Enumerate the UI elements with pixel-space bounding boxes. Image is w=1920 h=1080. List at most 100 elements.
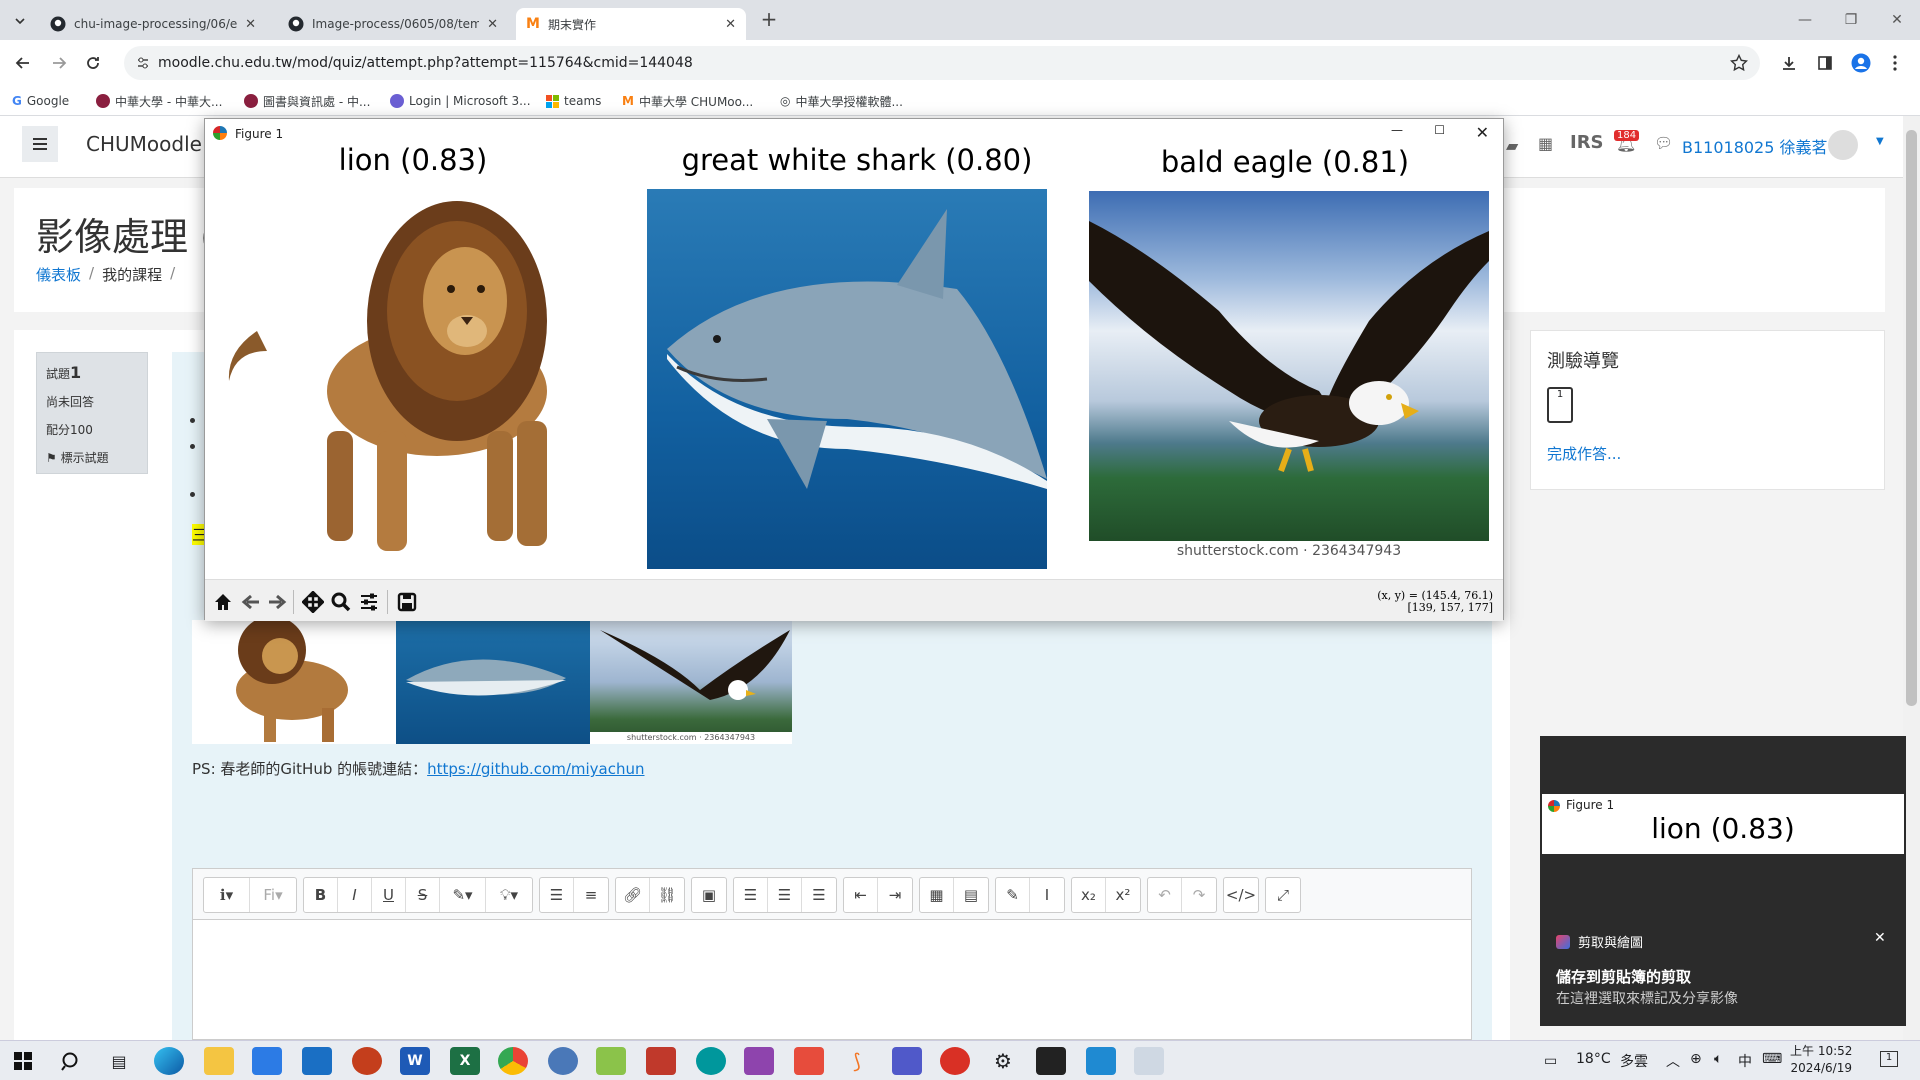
- close-icon[interactable]: ✕: [245, 17, 256, 32]
- bookmark-microsoft[interactable]: Login | Microsoft 3...: [390, 92, 531, 110]
- window-close-button[interactable]: ✕: [1874, 8, 1920, 32]
- scrollbar-thumb[interactable]: [1906, 130, 1917, 706]
- caret-down-icon[interactable]: ▼: [1876, 136, 1884, 147]
- save-icon[interactable]: [395, 590, 419, 614]
- tray-temperature[interactable]: 18°C: [1576, 1051, 1611, 1067]
- avatar[interactable]: [1828, 130, 1858, 160]
- message-icon[interactable]: 💬︎: [1654, 134, 1673, 152]
- powerpoint-icon[interactable]: [352, 1047, 382, 1075]
- undo-button[interactable]: ↶: [1148, 878, 1182, 912]
- bookmark-library[interactable]: 圖書與資訊處 - 中...: [244, 92, 370, 110]
- mail-icon[interactable]: [302, 1047, 332, 1075]
- italic-button[interactable]: I: [338, 878, 372, 912]
- align-center-button[interactable]: ☰: [768, 878, 802, 912]
- align-right-button[interactable]: ☰: [802, 878, 836, 912]
- download-button[interactable]: [1778, 52, 1800, 74]
- brush-dropdown[interactable]: ✎▾: [440, 878, 486, 912]
- configure-icon[interactable]: [357, 590, 381, 614]
- chrome-menu-button[interactable]: [1884, 52, 1906, 74]
- back-icon[interactable]: [239, 590, 263, 614]
- new-tab-button[interactable]: +: [758, 8, 780, 32]
- forward-button[interactable]: [48, 52, 70, 74]
- start-button[interactable]: [8, 1047, 38, 1075]
- edit-button[interactable]: ✎: [996, 878, 1030, 912]
- tab-github-1[interactable]: chu-image-processing/06/eff ✕: [40, 8, 266, 40]
- file-explorer-icon[interactable]: [204, 1047, 234, 1075]
- table-button[interactable]: ▦: [920, 878, 954, 912]
- finish-attempt-link[interactable]: 完成作答...: [1547, 443, 1621, 464]
- breadcrumb-dashboard[interactable]: 儀表板: [36, 264, 81, 285]
- terminal-icon[interactable]: [1036, 1047, 1066, 1075]
- bookmark-google[interactable]: G Google: [12, 92, 69, 110]
- image-button[interactable]: ▣: [692, 878, 726, 912]
- subscript-button[interactable]: x₂: [1072, 878, 1106, 912]
- snip-notification[interactable]: Figure 1 lion (0.83) 剪取與繪圖 ✕ 儲存到剪貼簿的剪取 在…: [1540, 736, 1906, 1026]
- figure-maximize-button[interactable]: ☐: [1434, 123, 1445, 137]
- reload-button[interactable]: [82, 52, 104, 74]
- tab-github-2[interactable]: Image-process/0605/08/temp ✕: [278, 8, 508, 40]
- indent-button[interactable]: ⇥: [878, 878, 912, 912]
- chrome-icon[interactable]: [498, 1047, 528, 1075]
- tray-weather-icon[interactable]: ▭: [1544, 1053, 1557, 1069]
- app-icon[interactable]: [794, 1047, 824, 1075]
- fullscreen-button[interactable]: ⤢: [1266, 878, 1300, 912]
- keyboard-icon[interactable]: ⌨: [1762, 1051, 1782, 1067]
- tray-weather[interactable]: 多雲: [1620, 1051, 1648, 1071]
- vscode-icon[interactable]: [1086, 1047, 1116, 1075]
- grid-icon[interactable]: ▦: [1538, 134, 1553, 153]
- back-button[interactable]: [12, 52, 34, 74]
- bookmark-teams[interactable]: teams: [546, 92, 601, 110]
- figure-close-button[interactable]: ✕: [1476, 123, 1489, 142]
- tray-chevron-icon[interactable]: ︿: [1666, 1051, 1680, 1071]
- sidepanel-button[interactable]: [1814, 52, 1836, 74]
- cursor-button[interactable]: I: [1030, 878, 1064, 912]
- figure-minimize-button[interactable]: —: [1391, 123, 1403, 137]
- app-icon[interactable]: [744, 1047, 774, 1075]
- site-name[interactable]: CHUMoodle: [86, 132, 202, 156]
- matplotlib-icon[interactable]: [1134, 1047, 1164, 1075]
- tab-moodle-active[interactable]: M 期末實作 ✕: [516, 8, 746, 40]
- restore-button[interactable]: ❐: [1828, 8, 1874, 32]
- clock[interactable]: 上午 10:52 2024/6/19: [1790, 1043, 1852, 1077]
- search-icon[interactable]: [56, 1047, 86, 1075]
- app-icon[interactable]: [940, 1047, 970, 1075]
- align-left-button[interactable]: ☰: [734, 878, 768, 912]
- excel-icon[interactable]: X: [450, 1047, 480, 1075]
- link-button[interactable]: 🔗︎: [616, 878, 650, 912]
- volume-icon[interactable]: 🔈︎: [1714, 1051, 1722, 1067]
- redo-button[interactable]: ↷: [1182, 878, 1216, 912]
- bookmark-software[interactable]: ◎ 中華大學授權軟體...: [780, 92, 903, 110]
- home-icon[interactable]: [211, 590, 235, 614]
- bulb-dropdown[interactable]: 💡︎▾: [486, 878, 532, 912]
- html-button[interactable]: </>: [1224, 878, 1258, 912]
- profile-button[interactable]: [1850, 52, 1872, 74]
- breadcrumb-my-courses[interactable]: 我的課程: [102, 264, 162, 285]
- strike-button[interactable]: S: [406, 878, 440, 912]
- tab-search-button[interactable]: [8, 10, 32, 32]
- font-dropdown[interactable]: Fi▾: [250, 878, 296, 912]
- flag-question[interactable]: ⚑ 標示試題: [46, 444, 138, 472]
- edge-icon[interactable]: [154, 1047, 184, 1075]
- close-icon[interactable]: ✕: [487, 17, 498, 32]
- outdent-button[interactable]: ⇤: [844, 878, 878, 912]
- settings-icon[interactable]: ⚙: [988, 1047, 1018, 1075]
- jupyter-icon[interactable]: ⟆: [842, 1047, 872, 1075]
- underline-button[interactable]: U: [372, 878, 406, 912]
- bookmark-chumoodle[interactable]: M 中華大學 CHUMoo...: [622, 92, 753, 110]
- star-icon[interactable]: [1730, 54, 1748, 72]
- arduino-icon[interactable]: [696, 1047, 726, 1075]
- book-icon[interactable]: ▰: [1506, 136, 1518, 155]
- numbered-list-button[interactable]: ≡: [574, 878, 608, 912]
- snip-close-button[interactable]: ✕: [1874, 930, 1886, 946]
- notification-center-icon[interactable]: 1: [1880, 1051, 1898, 1067]
- github-link[interactable]: https://github.com/miyachun: [427, 760, 644, 778]
- zoom-icon[interactable]: [329, 590, 353, 614]
- ime-indicator[interactable]: 中: [1738, 1051, 1752, 1071]
- network-icon[interactable]: ⊕: [1690, 1051, 1702, 1067]
- task-view-icon[interactable]: ▤: [104, 1047, 134, 1075]
- teams-icon[interactable]: [892, 1047, 922, 1075]
- bullet-list-button[interactable]: ☰: [540, 878, 574, 912]
- minimize-button[interactable]: —: [1782, 8, 1828, 32]
- pan-icon[interactable]: [301, 590, 325, 614]
- quiz-nav-cell[interactable]: 1: [1547, 387, 1573, 423]
